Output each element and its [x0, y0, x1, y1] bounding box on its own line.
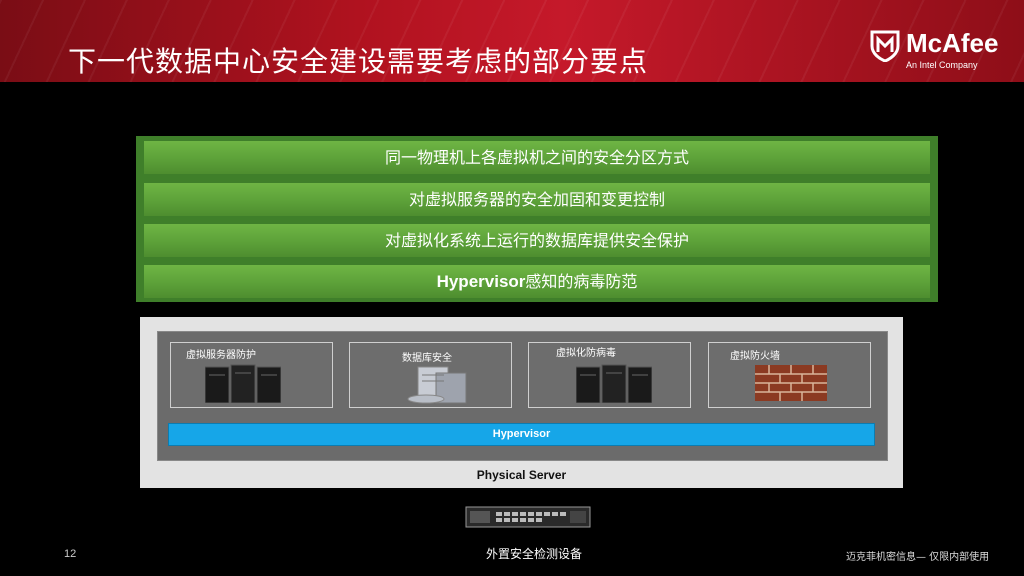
header-banner: 下一代数据中心安全建设需要考虑的部分要点 McAfee An Intel Com… — [0, 0, 1024, 82]
point-bar: 对虚拟化系统上运行的数据库提供安全保护 — [144, 224, 930, 257]
point-text: 对虚拟化系统上运行的数据库提供安全保护 — [384, 231, 689, 250]
logo-wordmark: McAfee — [906, 28, 999, 58]
point-text: 同一物理机上各虚拟机之间的安全分区方式 — [384, 148, 689, 167]
virtualization-layer: 虚拟服务器防护 数据库安全 虚拟化防病毒 虚拟防火墙 Hypervisor — [157, 331, 888, 461]
component-virtual-server-protection: 虚拟服务器防护 — [170, 342, 333, 408]
confidentiality-notice: 迈克菲机密信息— 仅限内部使用 — [846, 552, 990, 563]
slide-title: 下一代数据中心安全建设需要考虑的部分要点 — [68, 45, 649, 78]
security-points-stack: 同一物理机上各虚拟机之间的安全分区方式 对虚拟服务器的安全加固和变更控制 对虚拟… — [136, 136, 938, 302]
component-database-security: 数据库安全 — [349, 342, 512, 408]
point-bold-text: Hypervisor — [436, 272, 526, 291]
physical-server-label: Physical Server — [476, 468, 567, 482]
component-virtualization-antivirus: 虚拟化防病毒 — [528, 342, 691, 408]
mcafee-shield-icon — [870, 30, 900, 62]
firewall-wall-icon — [755, 365, 827, 401]
point-bar: Hypervisor感知的病毒防范 — [144, 265, 930, 298]
point-bar: 同一物理机上各虚拟机之间的安全分区方式 — [144, 141, 930, 174]
logo-subtitle: An Intel Company — [906, 60, 978, 70]
server-rack-icon — [576, 364, 652, 403]
component-virtual-firewall: 虚拟防火墙 — [708, 342, 871, 408]
component-label: 虚拟服务器防护 — [186, 350, 256, 361]
page-number: 12 — [64, 548, 77, 560]
appliance-caption: 外置安全检测设备 — [486, 547, 583, 561]
component-label: 虚拟化防病毒 — [556, 348, 616, 359]
mcafee-logo: McAfee An Intel Company — [870, 28, 1010, 74]
point-text: 对虚拟服务器的安全加固和变更控制 — [408, 190, 665, 209]
component-label: 虚拟防火墙 — [730, 351, 780, 362]
point-bar: 对虚拟服务器的安全加固和变更控制 — [144, 183, 930, 216]
external-appliance-icon — [465, 506, 591, 528]
database-server-icon — [407, 366, 467, 404]
point-text: 感知的病毒防范 — [525, 272, 638, 291]
server-rack-icon — [205, 364, 281, 403]
component-label: 数据库安全 — [402, 353, 452, 364]
physical-server-diagram: 虚拟服务器防护 数据库安全 虚拟化防病毒 虚拟防火墙 Hypervisor Ph… — [140, 317, 903, 488]
hypervisor-bar: Hypervisor — [168, 423, 875, 446]
